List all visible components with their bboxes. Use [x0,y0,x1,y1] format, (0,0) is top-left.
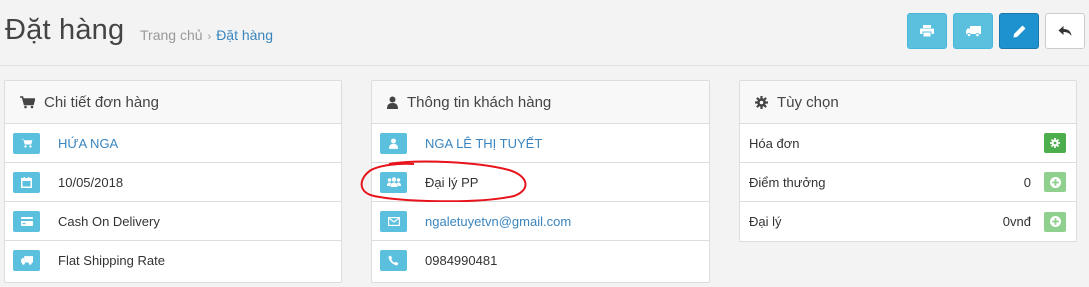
print-icon [920,25,934,37]
toolbar [907,13,1085,49]
reply-icon [1058,26,1072,36]
plus-circle-icon [1049,176,1061,188]
order-customer-row: HỨA NGA [5,124,341,163]
page-title: Đặt hàng [5,14,125,46]
customer-email-link[interactable]: ngaletuyetvn@gmail.com [425,214,571,229]
invoice-row: Hóa đơn [740,124,1076,163]
truck-icon [965,25,981,37]
edit-button[interactable] [999,13,1039,49]
users-icon [380,171,407,193]
panel-heading: Chi tiết đơn hàng [5,81,341,124]
credit-card-icon [13,210,40,232]
order-customer-link[interactable]: HỨA NGA [58,136,118,151]
generate-invoice-button[interactable] [1044,133,1066,153]
gear-icon [755,95,768,109]
pencil-icon [1013,25,1025,37]
panel-heading: Tùy chọn [740,81,1076,124]
breadcrumb: Trang chủ › Đặt hàng [140,27,273,43]
calendar-icon [13,171,40,193]
customer-info-panel: Thông tin khách hàng NGA LÊ THỊ TUYẾT Đạ… [371,80,710,283]
order-date: 10/05/2018 [58,174,124,190]
truck-icon [13,250,40,271]
customer-phone: 0984990481 [425,253,498,268]
options-panel: Tùy chọn Hóa đơn Điểm thưởng 0 Đại lý 0v… [739,80,1077,242]
breadcrumb-separator: › [207,31,212,43]
plus-circle-icon [1049,216,1061,227]
order-date-row: 10/05/2018 [5,163,341,202]
envelope-icon [380,210,407,232]
payment-method-row: Cash On Delivery [5,202,341,241]
payment-method: Cash On Delivery [58,213,160,229]
add-reward-button[interactable] [1044,172,1066,192]
customer-email-row: ngaletuyetvn@gmail.com [372,202,709,241]
breadcrumb-current[interactable]: Đặt hàng [216,27,273,43]
gear-icon [1050,138,1060,148]
customer-name-link[interactable]: NGA LÊ THỊ TUYẾT [425,136,542,151]
user-icon [380,132,407,154]
reward-points-value: 0 [1023,174,1031,190]
reward-points-label: Điểm thưởng [749,174,826,190]
cart-icon [20,95,35,109]
shipping-method-row: Flat Shipping Rate [5,241,341,280]
customer-group-row: Đại lý PP [372,163,709,202]
user-icon [387,96,398,109]
order-details-panel: Chi tiết đơn hàng HỨA NGA 10/05/2018 Cas… [4,80,342,283]
panel-heading: Thông tin khách hàng [372,81,709,124]
print-shipping-button[interactable] [953,13,993,49]
back-button[interactable] [1045,13,1085,49]
reward-points-row: Điểm thưởng 0 [740,163,1076,202]
breadcrumb-home[interactable]: Trang chủ [140,27,203,43]
customer-group: Đại lý PP [425,174,479,190]
affiliate-row: Đại lý 0vnđ [740,202,1076,241]
affiliate-value: 0vnđ [1002,214,1031,229]
cart-icon [13,132,40,154]
panel-title: Tùy chọn [777,93,839,111]
customer-phone-row: 0984990481 [372,241,709,280]
panel-title: Chi tiết đơn hàng [44,93,159,111]
shipping-method: Flat Shipping Rate [58,253,165,268]
add-commission-button[interactable] [1044,211,1066,232]
customer-name-row: NGA LÊ THỊ TUYẾT [372,124,709,163]
invoice-label: Hóa đơn [749,135,800,151]
page-header: Đặt hàng Trang chủ › Đặt hàng [0,0,1089,66]
print-invoice-button[interactable] [907,13,947,49]
affiliate-label: Đại lý [749,214,782,229]
phone-icon [380,250,407,271]
panel-title: Thông tin khách hàng [407,93,552,111]
